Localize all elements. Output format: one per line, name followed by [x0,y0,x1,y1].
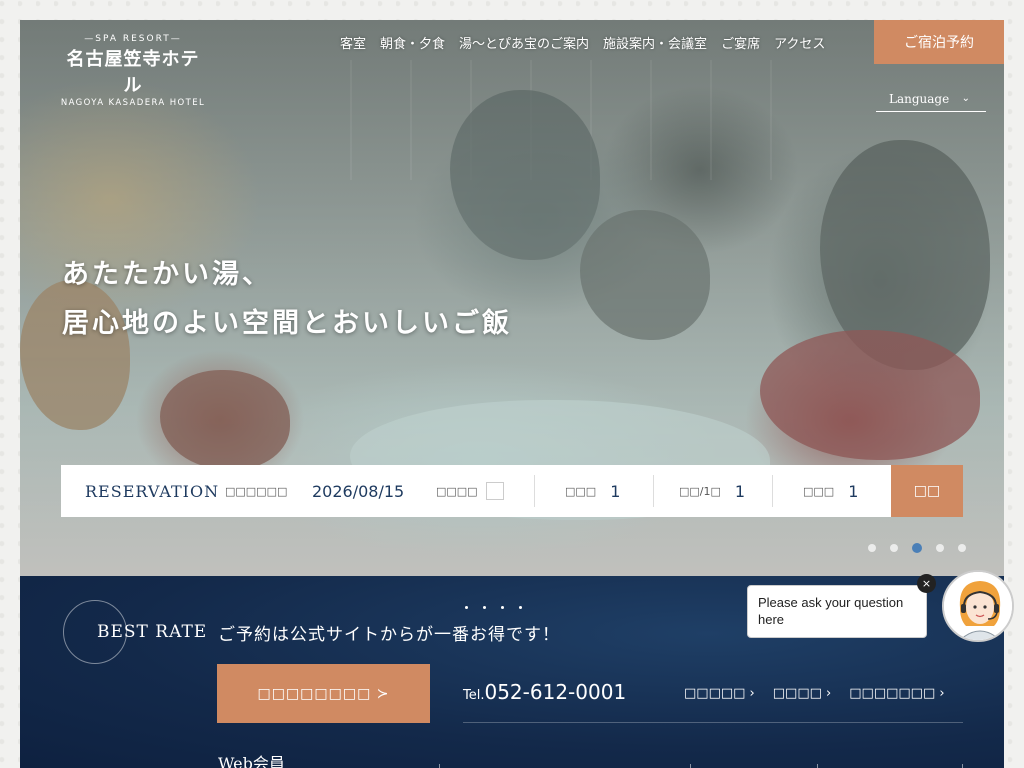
hero-headline: あたたかい湯、 居心地のよい空間とおいしいご飯 [62,250,512,348]
logo-hotel-name: 名古屋笠寺ホテル [66,49,200,96]
hero-headline-line2: 居心地のよい空間とおいしいご飯 [62,308,512,339]
guests-value[interactable]: 1 [848,482,858,501]
date-undecided-checkbox[interactable] [485,482,504,500]
divider [439,764,440,768]
search-button[interactable]: □□ [891,465,963,517]
phone-value: 052-612-0001 [484,680,627,704]
hotel-logo[interactable]: —SPA RESORT— 名古屋笠寺ホテル NAGOYA KASADERA HO… [58,34,208,108]
logo-spa-resort: —SPA RESORT— [84,34,182,44]
checkin-date-field[interactable]: □□□□□□ 2026/08/15 [225,482,404,501]
nav-item-spa[interactable]: 湯〜とぴあ宝のご案内 [459,33,589,52]
slider-dot-active[interactable] [912,543,922,553]
divider [772,475,773,507]
slider-dot[interactable] [868,544,876,552]
guests-field[interactable]: □□□ 1 [803,482,858,501]
logo-hotel-name-en: NAGOYA KASADERA HOTEL [60,98,206,108]
language-select[interactable]: Language ⌄ [876,86,986,112]
divider [817,764,818,768]
chevron-down-icon: ⌄ [961,93,970,104]
global-nav: 客室 朝食・夕食 湯〜とぴあ宝のご案内 施設案内・会議室 ご宴席 アクセス [340,33,825,52]
rooms-label: □□/1□ [679,484,721,498]
divider [690,764,691,768]
nav-item-dining[interactable]: 朝食・夕食 [380,33,445,52]
reservation-link[interactable]: □□□□ › [773,686,831,701]
reservation-bar: RESERVATION □□□□□□ 2026/08/15 □□□□ □□□ 1… [61,465,963,517]
reserve-button[interactable]: ご宿泊予約 [874,20,1004,64]
nav-item-banquet[interactable]: ご宴席 [721,33,760,52]
nav-item-rooms[interactable]: 客室 [340,33,366,52]
date-undecided-option[interactable]: □□□□ [436,482,504,500]
divider [962,764,963,768]
checkin-date-value[interactable]: 2026/08/15 [312,482,404,501]
best-rate-message: ご予約は公式サイトからが一番お得です！ [218,625,560,645]
close-icon[interactable]: × [917,574,936,593]
reservation-link[interactable]: □□□□□□□ › [849,686,944,701]
web-member-heading[interactable]: Web会員 [218,750,285,768]
slider-dot[interactable] [936,544,944,552]
chat-agent-avatar[interactable] [942,570,1014,642]
nights-value[interactable]: 1 [610,482,620,501]
nav-item-access[interactable]: アクセス [774,33,825,52]
best-rate-title: BEST RATE [97,622,208,642]
date-undecided-label: □□□□ [436,484,478,498]
nights-field[interactable]: □□□ 1 [565,482,620,501]
guests-label: □□□ [803,484,835,498]
hero-headline-line1: あたたかい湯、 [62,259,272,290]
divider [534,475,535,507]
divider [653,475,654,507]
reservation-links: □□□□□ › □□□□ › □□□□□□□ › [684,686,945,701]
phone-prefix: Tel. [463,688,485,703]
chat-prompt[interactable]: Please ask your question here [747,585,927,638]
nav-item-facilities[interactable]: 施設案内・会議室 [603,33,707,52]
reservation-title: RESERVATION [85,481,220,501]
checkin-date-label: □□□□□□ [225,484,288,498]
slider-dot[interactable] [958,544,966,552]
language-label: Language [889,91,950,106]
book-now-button[interactable]: □□□□□□□□ ≻ [217,664,430,723]
slider-dot[interactable] [890,544,898,552]
emphasis-dots [465,606,522,609]
divider [463,722,963,723]
rooms-value[interactable]: 1 [735,482,745,501]
reservation-link[interactable]: □□□□□ › [684,686,755,701]
rooms-field[interactable]: □□/1□ 1 [679,482,745,501]
phone-number[interactable]: Tel.052-612-0001 [463,680,626,704]
slider-dots [868,543,966,553]
nights-label: □□□ [565,484,597,498]
